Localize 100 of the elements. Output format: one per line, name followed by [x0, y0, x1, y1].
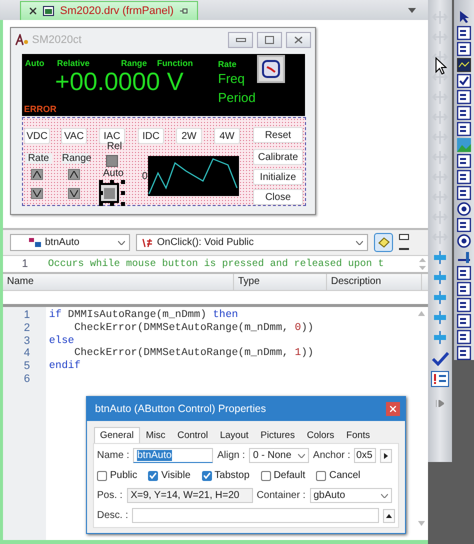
- circle-icon[interactable]: [457, 202, 471, 216]
- checkbox[interactable]: Default: [260, 470, 306, 481]
- field-label: Anchor :: [313, 450, 350, 461]
- window-icon[interactable]: [457, 90, 471, 104]
- notes-button[interactable]: [374, 233, 393, 252]
- dialog-tab[interactable]: Misc: [140, 427, 172, 443]
- function-button[interactable]: 4W: [214, 128, 240, 144]
- dialog-tab[interactable]: General: [94, 427, 140, 443]
- checkbox-icon[interactable]: [457, 74, 471, 88]
- minimize-button[interactable]: [228, 32, 253, 48]
- name-field[interactable]: btnAuto: [133, 448, 214, 463]
- align-icon[interactable]: [432, 250, 448, 265]
- window-icon[interactable]: [457, 42, 471, 56]
- align-icon[interactable]: [432, 270, 448, 285]
- line-number: 2: [24, 322, 30, 335]
- dialog-tab[interactable]: Pictures: [254, 427, 301, 443]
- align-dropdown[interactable]: 0 - None: [249, 448, 310, 463]
- mode-label: Freq: [218, 71, 245, 86]
- window-toggle-icon[interactable]: [399, 234, 409, 252]
- alert-window-icon[interactable]: [431, 371, 449, 387]
- note-icon: [378, 237, 390, 248]
- picture-button[interactable]: [257, 55, 285, 83]
- group-label: Rate: [25, 153, 52, 164]
- action-button[interactable]: Reset: [253, 127, 303, 143]
- down-arrow-button[interactable]: [68, 188, 80, 199]
- checkbox[interactable]: Visible: [148, 470, 191, 481]
- close-icon: [390, 406, 396, 412]
- reading-value: +00.0000 V: [55, 68, 184, 97]
- anchor-button[interactable]: [380, 448, 392, 462]
- function-button[interactable]: VAC: [61, 128, 87, 144]
- dialog-tab[interactable]: Control: [171, 427, 214, 443]
- dialog-tab[interactable]: Fonts: [340, 427, 376, 443]
- field-label: Container :: [256, 490, 306, 501]
- axis-label: 0: [142, 171, 148, 182]
- dialog-tab[interactable]: Colors: [300, 427, 340, 443]
- container-dropdown[interactable]: gbAuto: [310, 488, 392, 503]
- window-icon[interactable]: [457, 330, 471, 344]
- caret-icon: [298, 454, 306, 458]
- window-icon[interactable]: [457, 266, 471, 280]
- checkmark-icon[interactable]: [431, 350, 449, 366]
- checkbox[interactable]: Tabstop: [202, 470, 250, 481]
- down-arrow-button[interactable]: [31, 188, 43, 199]
- window-icon[interactable]: [457, 186, 471, 200]
- window-icon[interactable]: [457, 154, 471, 168]
- arrows-icon[interactable]: [432, 70, 448, 85]
- object-dropdown[interactable]: btnAuto: [10, 234, 130, 251]
- mouse-cursor-icon: [435, 57, 447, 75]
- auto-button[interactable]: [99, 180, 125, 206]
- close-icon[interactable]: [29, 7, 37, 15]
- chart-icon[interactable]: [457, 58, 471, 72]
- action-button[interactable]: Calibrate: [253, 149, 303, 165]
- pointer-icon[interactable]: [457, 10, 471, 24]
- mode-label: Period: [218, 90, 256, 105]
- dialog-tab[interactable]: Layout: [214, 427, 254, 443]
- line-number: 1: [20, 258, 29, 270]
- anchor-field[interactable]: 0x5: [354, 448, 376, 463]
- window-icon[interactable]: [457, 346, 471, 360]
- action-button[interactable]: Close: [253, 189, 303, 205]
- column-header[interactable]: Type: [234, 274, 327, 290]
- checkbox[interactable]: Public: [97, 470, 138, 481]
- align-icon[interactable]: [432, 330, 448, 345]
- up-arrow-icon: [386, 514, 392, 518]
- window-icon[interactable]: [457, 122, 471, 136]
- slider-icon[interactable]: [457, 250, 471, 264]
- event-dropdown[interactable]: OnClick(): Void Public: [136, 234, 368, 251]
- column-header[interactable]: Description: [327, 274, 422, 290]
- window-icon[interactable]: [457, 170, 471, 184]
- line-number: 5: [24, 360, 30, 373]
- function-button[interactable]: IDC: [138, 128, 164, 144]
- function-button[interactable]: VDC: [24, 128, 50, 144]
- maximize-button[interactable]: [257, 32, 282, 48]
- expand-button[interactable]: [383, 508, 395, 522]
- code-token: 1: [294, 347, 302, 360]
- status-label: Auto: [25, 58, 44, 68]
- arrows-icon[interactable]: [432, 50, 448, 65]
- document-tab[interactable]: Sm2020.drv (frmPanel): [20, 1, 198, 20]
- function-button[interactable]: 2W: [176, 128, 202, 144]
- close-button[interactable]: [386, 402, 400, 416]
- window-icon[interactable]: [457, 106, 471, 120]
- pin-icon[interactable]: [180, 8, 189, 14]
- window-icon[interactable]: [457, 26, 471, 40]
- align-icon[interactable]: [432, 310, 448, 325]
- up-arrow-button[interactable]: [68, 169, 80, 180]
- dropdown-arrow-icon[interactable]: [408, 8, 416, 13]
- up-arrow-button[interactable]: [31, 169, 43, 180]
- window-icon[interactable]: [457, 218, 471, 232]
- caret-icon: [380, 494, 388, 498]
- column-header[interactable]: Name: [3, 274, 234, 290]
- description-field[interactable]: [132, 508, 380, 523]
- expand-icon[interactable]: [436, 400, 444, 407]
- window-icon[interactable]: [457, 282, 471, 296]
- window-icon[interactable]: [457, 298, 471, 312]
- checkbox[interactable]: Cancel: [316, 470, 360, 481]
- code-token: endif: [49, 360, 81, 372]
- code-token: )): [301, 322, 314, 334]
- action-button[interactable]: Initialize: [253, 169, 303, 185]
- align-icon[interactable]: [432, 290, 448, 305]
- close-button[interactable]: [286, 32, 311, 48]
- window-icon[interactable]: [457, 314, 471, 328]
- circle-icon[interactable]: [457, 234, 471, 248]
